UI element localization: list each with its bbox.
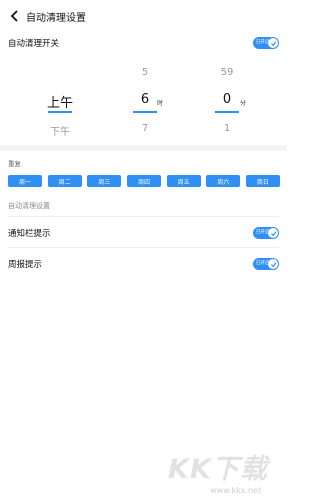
period-below[interactable]: 下午: [40, 123, 80, 138]
auto-clean-label: 自动清理开关: [8, 39, 60, 49]
day-button[interactable]: 周三: [87, 175, 122, 187]
notify-toggle[interactable]: 已开启: [253, 227, 279, 239]
hour-below[interactable]: 7: [125, 123, 165, 134]
weekly-toggle[interactable]: 已开启: [253, 258, 279, 270]
weekly-row: 周报提示 已开启: [0, 255, 287, 273]
watermark-url: www.kkx.net: [210, 486, 262, 495]
divider: [8, 216, 279, 217]
repeat-label: 重复: [8, 160, 21, 168]
weekly-label: 周报提示: [8, 260, 43, 270]
chevron-left-icon[interactable]: [8, 9, 22, 23]
period-selected[interactable]: 上午: [40, 92, 80, 111]
minute-below[interactable]: 1: [207, 123, 247, 134]
check-icon: [268, 259, 278, 269]
minute-above[interactable]: 59: [207, 67, 247, 78]
minute-unit: 分: [240, 100, 247, 107]
time-picker[interactable]: 上午 下午 5 6 时 7 59 0 分 1: [0, 62, 287, 142]
period-underline: [48, 111, 72, 113]
hour-above[interactable]: 5: [125, 67, 165, 78]
day-button[interactable]: 周日: [245, 175, 280, 187]
day-button[interactable]: 周一: [8, 175, 42, 187]
section-title: 自动清理设置: [8, 202, 50, 210]
check-icon: [268, 228, 278, 238]
auto-clean-row: 自动清理开关 已开启: [0, 34, 287, 52]
hour-underline: [133, 111, 157, 113]
day-button[interactable]: 周五: [166, 175, 201, 187]
check-icon: [268, 38, 278, 48]
page-title: 自动清理设置: [26, 12, 86, 24]
notify-row: 通知栏提示 已开启: [0, 224, 287, 242]
divider: [8, 247, 279, 248]
hour-unit: 时: [157, 100, 164, 107]
notify-label: 通知栏提示: [8, 229, 51, 239]
header-bar: 自动清理设置: [0, 0, 287, 32]
minute-underline: [215, 111, 239, 113]
day-button[interactable]: 周二: [47, 175, 82, 187]
day-button[interactable]: 周四: [126, 175, 161, 187]
day-button[interactable]: 周六: [206, 175, 241, 187]
section-separator: [0, 145, 287, 151]
auto-clean-toggle[interactable]: 已开启: [253, 37, 279, 49]
repeat-days: 周一 周二 周三 周四 周五 周六 周日: [8, 175, 280, 187]
watermark-logo: KK下载: [168, 454, 268, 485]
